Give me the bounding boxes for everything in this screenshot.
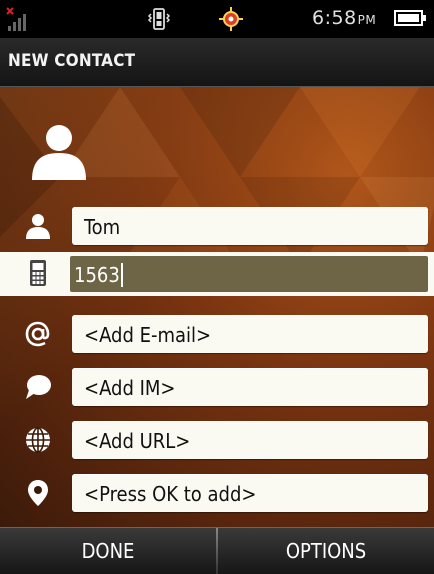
mobile-phone-icon xyxy=(30,260,46,286)
phone-value: 1563 xyxy=(74,263,120,287)
contact-photo-icon[interactable] xyxy=(28,120,90,182)
email-placeholder: <Add E-mail> xyxy=(84,323,212,347)
done-button[interactable]: DONE xyxy=(0,528,216,574)
im-row[interactable]: <Add IM> xyxy=(0,364,434,408)
url-row[interactable]: <Add URL> xyxy=(0,417,434,461)
clock-time: 6:58 xyxy=(312,7,357,29)
status-bar: 6:58PM xyxy=(0,0,434,38)
page-title: NEW CONTACT xyxy=(8,51,136,71)
phone-value-wrap: 1563 xyxy=(74,262,123,287)
text-cursor xyxy=(120,262,123,287)
clock-ampm: PM xyxy=(357,13,377,27)
map-pin-icon xyxy=(28,480,48,506)
address-placeholder: <Press OK to add> xyxy=(84,482,257,506)
phone-field[interactable]: 1563 xyxy=(70,256,428,292)
chat-bubble-icon xyxy=(26,375,51,399)
title-bar: NEW CONTACT xyxy=(0,38,434,87)
name-field[interactable]: Tom xyxy=(72,207,428,245)
person-icon xyxy=(26,214,50,239)
vibrate-icon xyxy=(147,8,171,30)
address-row[interactable]: <Press OK to add> xyxy=(0,470,434,514)
im-field[interactable]: <Add IM> xyxy=(72,368,428,406)
options-button[interactable]: OPTIONS xyxy=(218,528,434,574)
phone-row[interactable]: 1563 xyxy=(0,252,434,296)
battery-icon xyxy=(394,10,426,26)
location-icon xyxy=(219,7,243,31)
no-signal-icon xyxy=(6,7,26,31)
name-value: Tom xyxy=(84,215,121,239)
globe-icon xyxy=(26,427,50,453)
email-field[interactable]: <Add E-mail> xyxy=(72,315,428,353)
name-row[interactable]: Tom xyxy=(0,203,434,247)
at-sign-icon xyxy=(25,321,50,347)
address-field[interactable]: <Press OK to add> xyxy=(72,474,428,512)
email-row[interactable]: <Add E-mail> xyxy=(0,311,434,355)
url-field[interactable]: <Add URL> xyxy=(72,421,428,459)
url-placeholder: <Add URL> xyxy=(84,429,191,453)
softkey-bar: DONE OPTIONS xyxy=(0,527,434,574)
clock: 6:58PM xyxy=(312,7,376,29)
im-placeholder: <Add IM> xyxy=(84,376,176,400)
